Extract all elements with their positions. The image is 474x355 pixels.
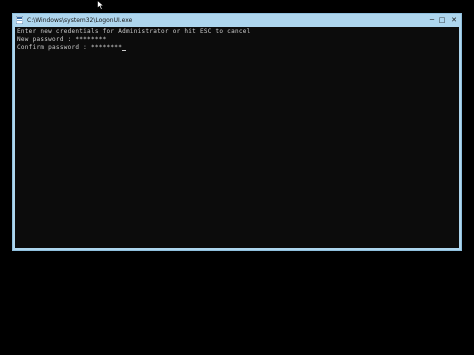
minimize-button[interactable]: ─ bbox=[427, 15, 437, 25]
credentials-prompt: Enter new credentials for Administrator … bbox=[17, 28, 251, 35]
new-password-line: New password : ******** bbox=[17, 36, 107, 44]
console-output[interactable]: Enter new credentials for Administrator … bbox=[15, 27, 459, 248]
lock-screen: C:\Windows\system32\LogonUI.exe ─ □ ✕ En… bbox=[0, 0, 474, 355]
console-app-icon bbox=[16, 16, 23, 24]
confirm-password-line: Confirm password : ******** bbox=[17, 44, 127, 52]
new-password-field[interactable]: New password : ******** bbox=[17, 36, 107, 43]
console-prompt-line: Enter new credentials for Administrator … bbox=[17, 28, 251, 36]
title-bar[interactable]: C:\Windows\system32\LogonUI.exe ─ □ ✕ bbox=[13, 14, 461, 27]
text-caret bbox=[122, 50, 127, 51]
close-button[interactable]: ✕ bbox=[449, 15, 459, 25]
window-title: C:\Windows\system32\LogonUI.exe bbox=[27, 17, 133, 24]
logonui-console-window[interactable]: C:\Windows\system32\LogonUI.exe ─ □ ✕ En… bbox=[12, 13, 462, 251]
confirm-password-field[interactable]: Confirm password : ******** bbox=[17, 44, 122, 51]
maximize-button[interactable]: □ bbox=[437, 15, 447, 25]
mouse-pointer-icon bbox=[97, 0, 105, 10]
